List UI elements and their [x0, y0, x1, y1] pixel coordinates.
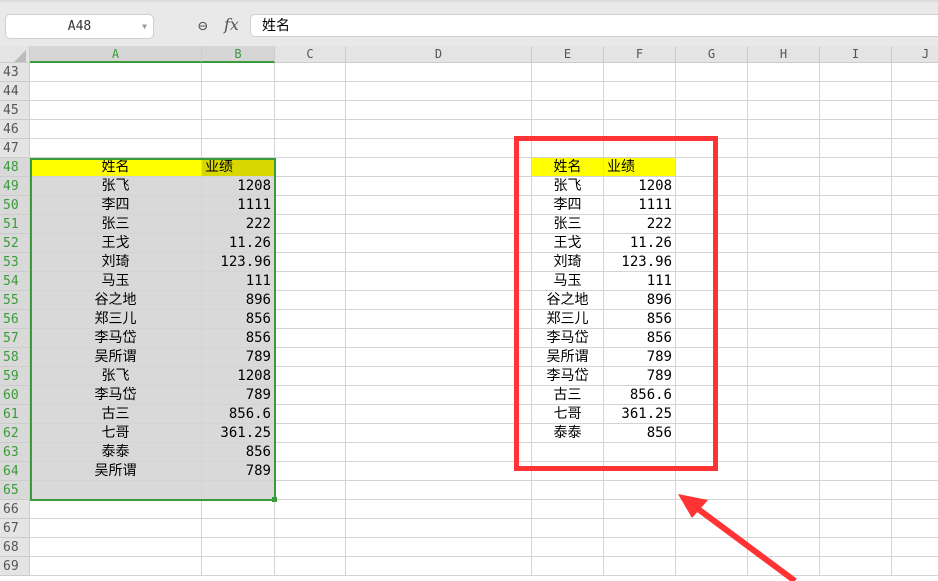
annotation-arrow-icon: [678, 494, 797, 581]
